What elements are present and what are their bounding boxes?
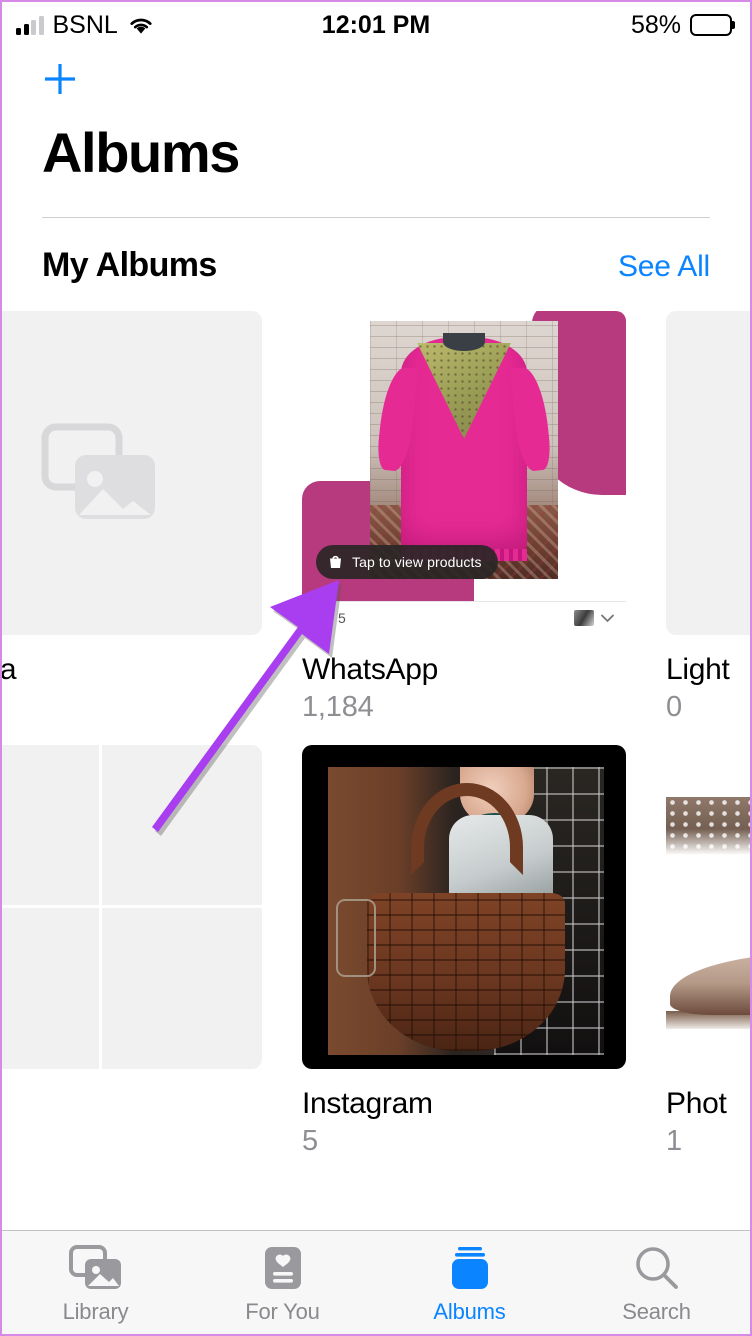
- album-item-instagram[interactable]: Instagram 5: [302, 744, 646, 1159]
- tab-bar: Library For You Albums Search: [2, 1230, 750, 1334]
- status-bar-left: BSNL: [16, 10, 155, 39]
- reaction-icon: [314, 608, 333, 628]
- tab-label: For You: [245, 1298, 320, 1324]
- shopping-bag-icon: [330, 556, 341, 569]
- album-grid-scroller[interactable]: Test a 0: [2, 310, 750, 1171]
- page-title: Albums: [42, 121, 240, 184]
- whatsapp-message-footer: 5: [302, 600, 626, 635]
- album-count: 0: [2, 691, 282, 724]
- carrier-name: BSNL: [52, 10, 118, 39]
- album-thumbnail[interactable]: [2, 310, 262, 635]
- reaction-count: 5: [338, 610, 346, 627]
- plus-icon: [45, 64, 75, 94]
- tab-library[interactable]: Library: [2, 1231, 189, 1334]
- photo-upper-band: [666, 796, 750, 855]
- dress-embroidery: [417, 342, 511, 439]
- my-albums-section-header: My Albums See All: [2, 218, 750, 285]
- tab-label: Albums: [433, 1298, 506, 1324]
- album-count: 1: [666, 1125, 682, 1158]
- tab-search[interactable]: Search: [563, 1231, 750, 1334]
- tab-label: Search: [622, 1298, 691, 1324]
- reaction-group[interactable]: 5: [314, 608, 346, 628]
- album-name: Light: [666, 652, 730, 686]
- product-badge-label: Tap to view products: [352, 553, 482, 570]
- pet-photo-image: [666, 744, 750, 1069]
- album-item-test-a[interactable]: Test a 0: [2, 310, 282, 725]
- albums-stack-icon: [451, 1246, 488, 1289]
- for-you-card-icon: [264, 1246, 301, 1289]
- album-thumbnail[interactable]: [302, 744, 626, 1069]
- album-item-phot[interactable]: Phot 1: [666, 744, 750, 1159]
- tap-to-view-products-badge[interactable]: Tap to view products: [316, 544, 498, 579]
- album-thumbnail[interactable]: [666, 310, 750, 635]
- see-all-button[interactable]: See All: [618, 250, 710, 284]
- placeholder-quad-icon: [2, 744, 262, 1069]
- placeholder-stack-icon: [41, 423, 155, 519]
- photos-app-screen: BSNL 12:01 PM 58% Albums My Albums See A…: [2, 2, 750, 1334]
- product-photo: [370, 320, 558, 579]
- album-thumbnail[interactable]: [666, 744, 750, 1069]
- status-bar: BSNL 12:01 PM 58%: [2, 2, 750, 48]
- cellular-signal-icon: [16, 15, 44, 35]
- album-count: 0: [666, 691, 682, 724]
- rounded-rect-overlay: [336, 899, 376, 978]
- album-name: Instagram: [302, 1086, 433, 1120]
- animal-subject: [670, 952, 750, 1015]
- tab-albums[interactable]: Albums: [376, 1231, 563, 1334]
- album-name: Abc: [2, 1087, 282, 1122]
- navigation-bar: [2, 48, 750, 110]
- album-name: Phot: [666, 1086, 727, 1120]
- pink-dress: [375, 332, 553, 561]
- album-name: Test a: [2, 652, 17, 686]
- status-bar-right: 58%: [631, 11, 732, 40]
- dress-neckline: [443, 332, 485, 351]
- album-item-whatsapp[interactable]: Tap to view products 5 WhatsApp 1,184: [302, 310, 646, 725]
- album-item-abc[interactable]: Abc: [2, 744, 282, 1159]
- instagram-photo-image: [302, 744, 626, 1069]
- battery-percent-label: 58%: [630, 10, 681, 39]
- album-thumbnail[interactable]: Tap to view products 5: [302, 310, 626, 635]
- whatsapp-screenshot-image: Tap to view products 5: [302, 310, 626, 635]
- photos-stack-icon: [68, 1244, 121, 1289]
- album-name: WhatsApp: [302, 652, 438, 686]
- album-item-light[interactable]: Light 0: [666, 310, 750, 725]
- tab-for-you[interactable]: For You: [189, 1231, 376, 1334]
- album-thumbnail[interactable]: [2, 744, 262, 1069]
- mini-thumbnail: [574, 610, 594, 627]
- chevron-down-icon[interactable]: [601, 614, 614, 623]
- wifi-icon: [127, 15, 155, 35]
- photo-inner-frame: [328, 766, 604, 1055]
- album-count: 1,184: [302, 691, 374, 724]
- add-album-button[interactable]: [38, 57, 82, 101]
- message-footer-right: [574, 610, 614, 627]
- battery-icon: [690, 14, 732, 36]
- album-grid: Test a 0: [2, 310, 750, 1159]
- album-count: 5: [302, 1125, 318, 1158]
- section-title: My Albums: [42, 245, 217, 284]
- tab-label: Library: [62, 1298, 129, 1324]
- search-icon: [635, 1246, 678, 1289]
- wicker-basket: [366, 892, 565, 1051]
